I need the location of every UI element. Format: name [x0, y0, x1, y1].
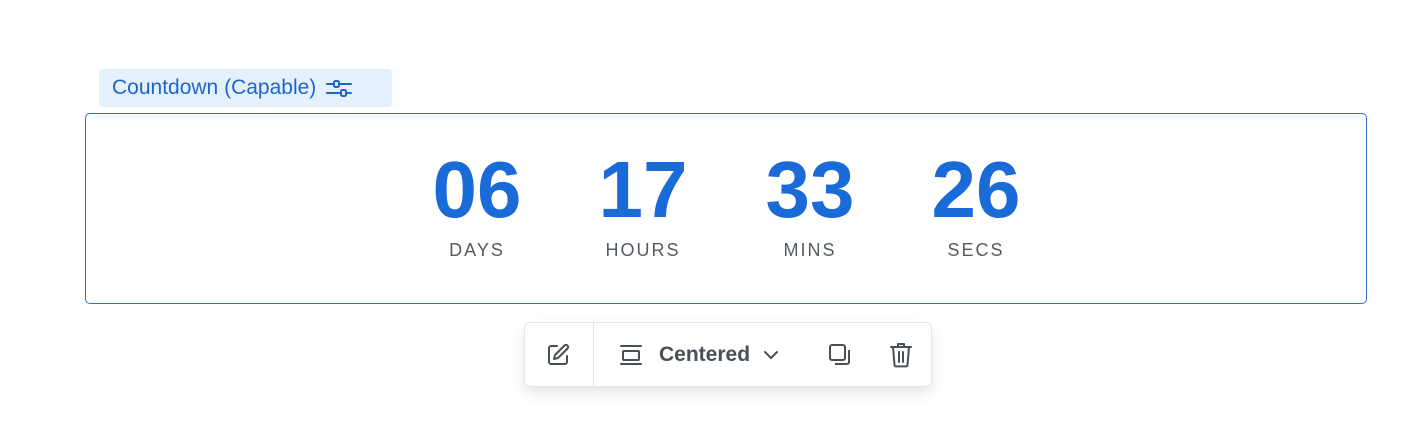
countdown-days: 06 DAYS [397, 146, 557, 261]
delete-button[interactable] [886, 340, 916, 370]
mins-value: 33 [765, 145, 855, 234]
toolbar-divider [593, 323, 594, 386]
edit-button[interactable] [543, 340, 573, 370]
block-toolbar: Centered [524, 322, 932, 387]
countdown-block[interactable]: 06 DAYS 17 HOURS 33 MINS 26 SECS [85, 113, 1367, 304]
sliders-icon[interactable] [326, 77, 353, 99]
days-label: DAYS [449, 240, 505, 260]
secs-value: 26 [931, 145, 1021, 234]
countdown-secs: 26 SECS [896, 146, 1056, 261]
countdown-hours: 17 HOURS [563, 146, 723, 261]
hours-label: HOURS [605, 240, 681, 260]
block-type-label: Countdown (Capable) [112, 76, 317, 99]
trash-icon [890, 343, 912, 368]
edit-icon [548, 343, 570, 365]
duplicate-icon [829, 344, 850, 365]
hours-value: 17 [598, 145, 688, 234]
duplicate-button[interactable] [825, 340, 855, 370]
align-center-icon [620, 345, 642, 365]
alignment-select[interactable]: Centered [619, 337, 780, 373]
days-value: 06 [432, 145, 522, 234]
page: Countdown (Capable) 06 DAYS 17 HOURS 33 … [0, 0, 1428, 434]
block-type-tag[interactable]: Countdown (Capable) [99, 69, 392, 107]
alignment-value: Centered [659, 343, 751, 366]
secs-label: SECS [947, 240, 1005, 260]
countdown-mins: 33 MINS [730, 146, 890, 261]
chevron-down-icon [762, 346, 780, 364]
mins-label: MINS [783, 240, 837, 260]
